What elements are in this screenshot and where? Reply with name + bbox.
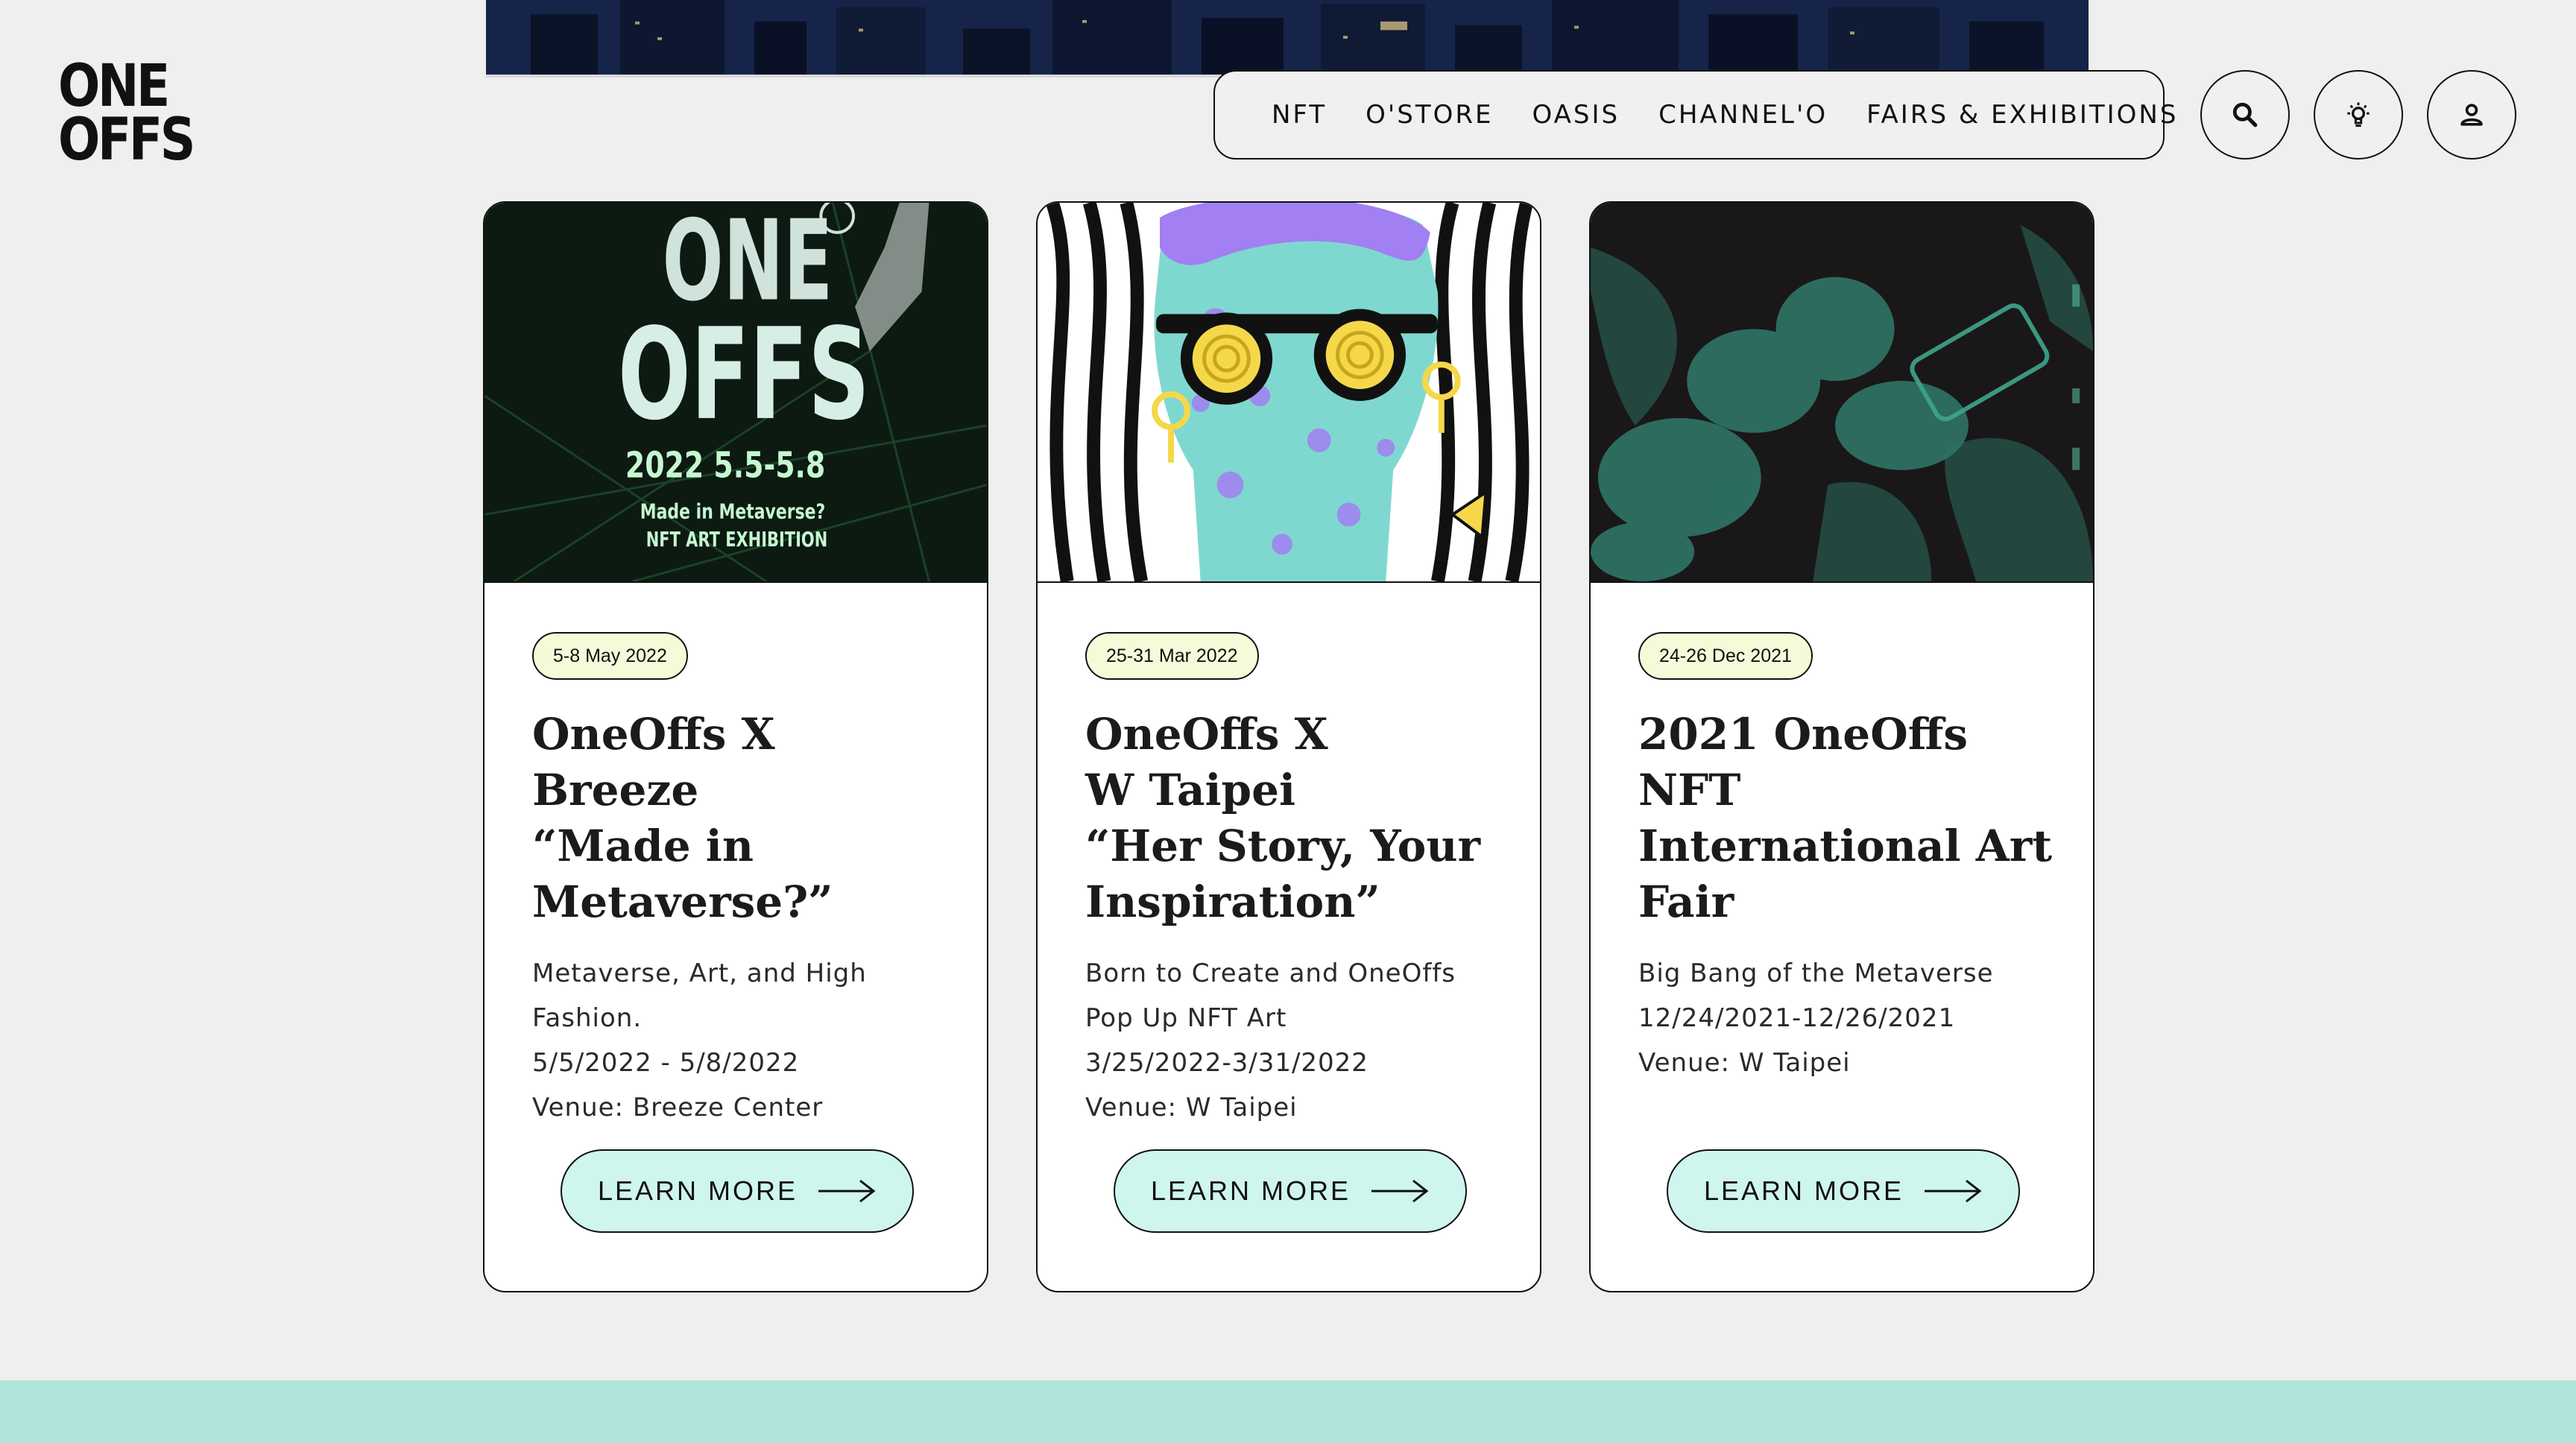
event-description: Born to Create and OneOffs Pop Up NFT Ar… — [1085, 959, 1456, 1122]
main-navigation: NFT O'STORE OASIS CHANNEL'O FAIRS & EXHI… — [1213, 70, 2176, 160]
image-subtitle: NFT ART EXHIBITION — [646, 527, 828, 552]
event-card-image[interactable] — [1591, 203, 2093, 583]
footer-band — [0, 1380, 2576, 1443]
event-card-body: 24-26 Dec 2021 2021 OneOffs NFT Internat… — [1638, 632, 2056, 1085]
date-badge: 24-26 Dec 2021 — [1638, 632, 1813, 680]
date-badge: 5-8 May 2022 — [532, 632, 688, 680]
event-title[interactable]: 2021 OneOffs NFT International Art Fair — [1638, 707, 2056, 930]
arrow-right-icon — [1925, 1179, 1982, 1203]
nav-item-nft[interactable]: NFT — [1272, 100, 1327, 130]
learn-more-label: LEARN MORE — [597, 1175, 798, 1206]
theme-toggle-button[interactable] — [2314, 70, 2403, 160]
logo-line-offs: OFFS — [58, 107, 196, 174]
learn-more-button[interactable]: LEARN MORE — [561, 1149, 914, 1233]
event-card-image[interactable]: ONE OFFS 2022 5.5-5.8 Made in Metaverse?… — [484, 203, 987, 583]
search-icon — [2232, 102, 2258, 127]
nav-item-fairs-exhibitions[interactable]: FAIRS & EXHIBITIONS — [1866, 100, 2178, 130]
event-title[interactable]: OneOffs X Breeze “Made in Metaverse?” — [532, 707, 950, 930]
light-bulb-icon — [2347, 102, 2370, 127]
image-logo-offs: OFFS — [618, 301, 870, 448]
oneoffs-logo[interactable]: ONE OFFS — [58, 53, 196, 174]
nav-item-ostore[interactable]: O'STORE — [1366, 100, 1493, 130]
image-exhibition-dates: 2022 5.5-5.8 — [625, 446, 825, 487]
event-card-image[interactable] — [1038, 203, 1540, 583]
search-button[interactable] — [2200, 70, 2290, 160]
arrow-right-icon — [1371, 1179, 1429, 1203]
event-description: Big Bang of the Metaverse 12/24/2021-12/… — [1638, 959, 1994, 1078]
learn-more-button[interactable]: LEARN MORE — [1667, 1149, 2020, 1233]
image-tagline: Made in Metaverse? — [640, 499, 826, 523]
event-card: ONE OFFS 2022 5.5-5.8 Made in Metaverse?… — [483, 201, 988, 1292]
event-card-body: 25-31 Mar 2022 OneOffs X W Taipei “Her S… — [1085, 632, 1503, 1130]
event-description: Metaverse, Art, and High Fashion. 5/5/20… — [532, 959, 867, 1122]
event-card: 24-26 Dec 2021 2021 OneOffs NFT Internat… — [1589, 201, 2094, 1292]
page: ONE OFFS NFT O'STORE OASIS CHANNEL'O FAI… — [0, 0, 2576, 1443]
logo-line-one: ONE — [58, 53, 170, 120]
event-card: 25-31 Mar 2022 OneOffs X W Taipei “Her S… — [1036, 201, 1541, 1292]
learn-more-button[interactable]: LEARN MORE — [1114, 1149, 1467, 1233]
learn-more-label: LEARN MORE — [1703, 1175, 1904, 1206]
account-button[interactable] — [2427, 70, 2516, 160]
event-card-body: 5-8 May 2022 OneOffs X Breeze “Made in M… — [532, 632, 950, 1130]
nav-item-channelo[interactable]: CHANNEL'O — [1658, 100, 1828, 130]
nav-item-oasis[interactable]: OASIS — [1532, 100, 1620, 130]
user-icon — [2460, 104, 2483, 126]
event-title[interactable]: OneOffs X W Taipei “Her Story, Your Insp… — [1085, 707, 1503, 930]
arrow-right-icon — [818, 1179, 876, 1203]
hero-banner-image — [486, 0, 2089, 78]
date-badge: 25-31 Mar 2022 — [1085, 632, 1259, 680]
learn-more-label: LEARN MORE — [1150, 1175, 1351, 1206]
